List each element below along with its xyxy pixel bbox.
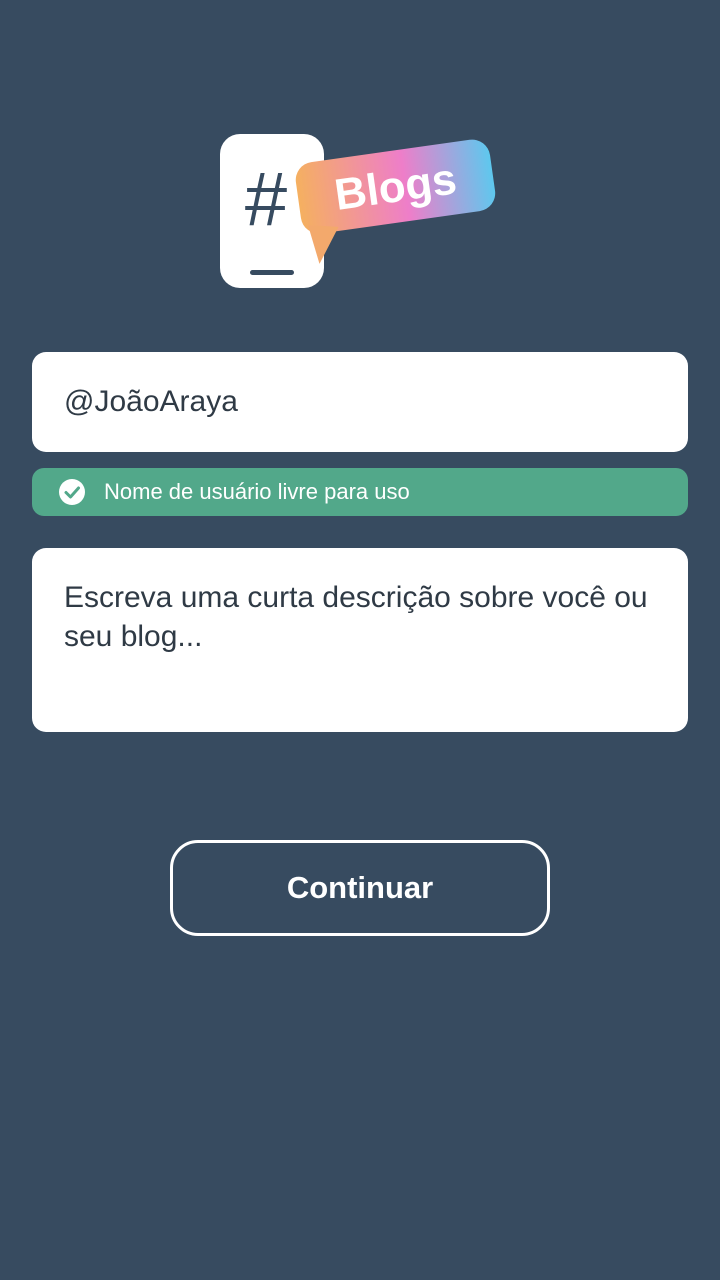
- blogs-logo-icon: # Blogs: [220, 134, 496, 288]
- description-placeholder: Escreva uma curta descrição sobre você o…: [64, 581, 648, 653]
- description-textarea[interactable]: Escreva uma curta descrição sobre você o…: [32, 548, 688, 732]
- app-logo: # Blogs: [210, 120, 510, 300]
- username-value: @JoãoAraya: [64, 385, 238, 418]
- check-circle-icon: [59, 479, 85, 505]
- phone-home-bar: [250, 270, 294, 275]
- status-text: Nome de usuário livre para uso: [104, 479, 410, 504]
- username-available-status: Nome de usuário livre para uso: [32, 468, 688, 516]
- blogs-badge: Blogs: [295, 139, 496, 264]
- username-input[interactable]: @JoãoAraya: [32, 352, 688, 452]
- continue-button[interactable]: Continuar: [170, 840, 550, 936]
- continue-button-label: Continuar: [286, 870, 434, 905]
- hash-symbol: #: [245, 157, 287, 242]
